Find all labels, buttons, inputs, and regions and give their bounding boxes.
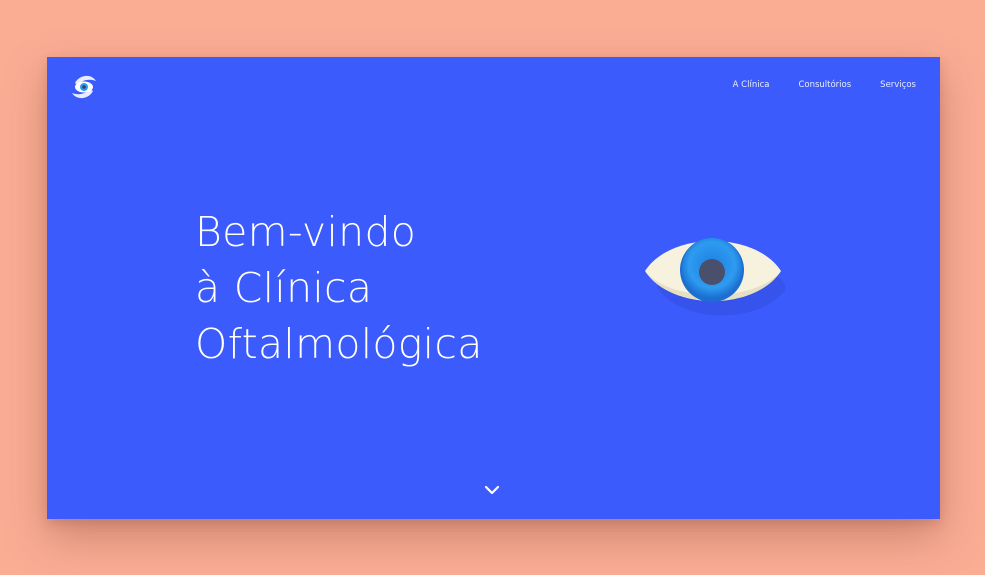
eye-illustration-icon	[643, 223, 787, 329]
nav-item-servicos[interactable]: Serviços	[880, 80, 916, 90]
main-nav: A Clínica Consultórios Serviços	[733, 80, 916, 90]
hero-title: Bem-vindo à Clínica Oftalmológica	[195, 204, 483, 372]
nav-item-consultorios[interactable]: Consultórios	[798, 80, 851, 90]
nav-item-a-clinica[interactable]: A Clínica	[733, 80, 770, 90]
hero-title-line-3: Oftalmológica	[195, 320, 483, 368]
logo-icon[interactable]	[69, 73, 99, 101]
site-frame: A Clínica Consultórios Serviços Bem-vind…	[47, 57, 940, 519]
hero-title-line-1: Bem-vindo	[195, 208, 417, 256]
hero-title-line-2: à Clínica	[195, 264, 373, 312]
chevron-down-icon[interactable]	[483, 482, 501, 496]
